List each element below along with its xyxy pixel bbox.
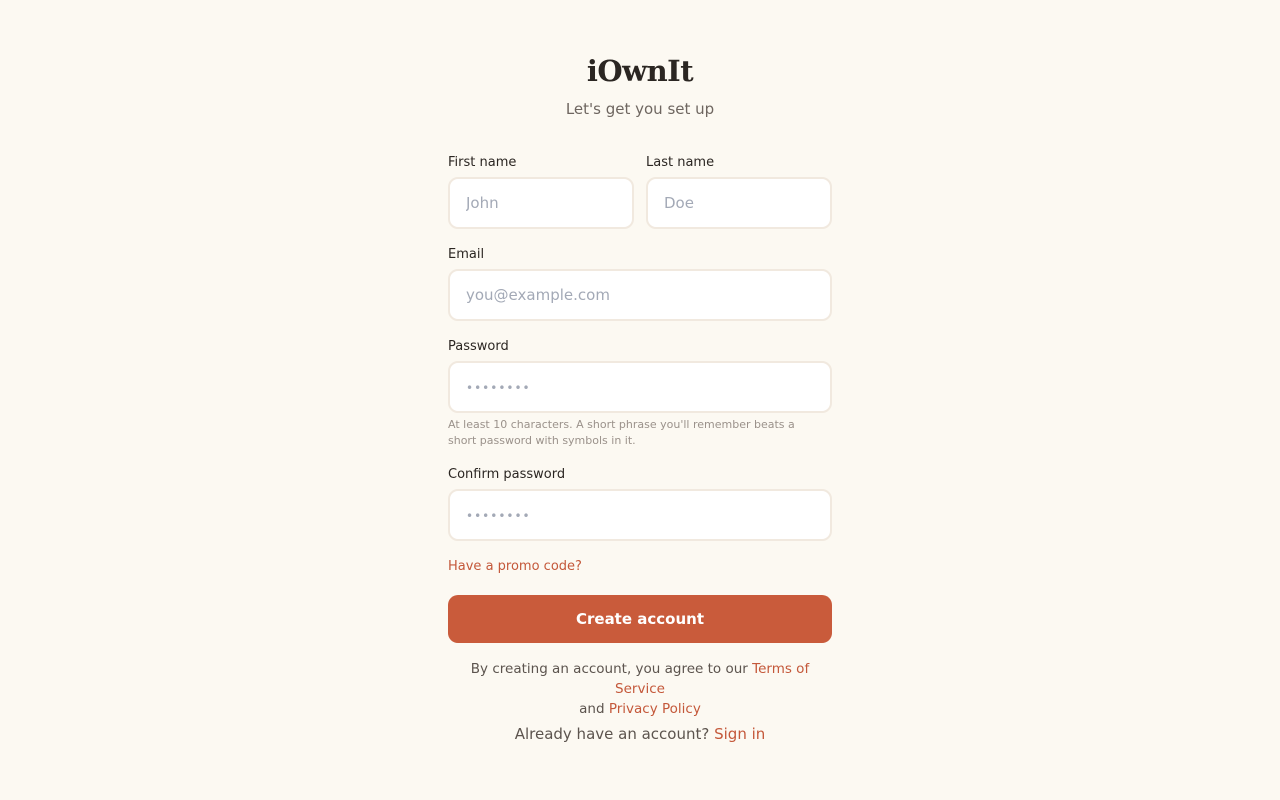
- password-hint: At least 10 characters. A short phrase y…: [448, 418, 795, 447]
- first-name-label: First name: [448, 155, 517, 170]
- create-account-button[interactable]: Create account: [448, 595, 832, 643]
- brand-logo-text: iOwnIt: [586, 54, 694, 88]
- legal-notice: By creating an account, you agree to our…: [448, 659, 832, 719]
- page-subtitle: Let's get you set up: [565, 100, 715, 118]
- password-input[interactable]: [448, 361, 832, 413]
- email-input[interactable]: [448, 269, 832, 321]
- legal-and-text: and: [579, 701, 605, 717]
- password-label: Password: [448, 339, 509, 354]
- signin-prompt-text: Already have an account?: [514, 725, 710, 743]
- legal-prefix-text: By creating an account, you agree to our: [470, 661, 748, 677]
- privacy-policy-link[interactable]: Privacy Policy: [609, 701, 701, 717]
- confirm-password-label: Confirm password: [448, 467, 566, 482]
- last-name-label: Last name: [646, 155, 715, 170]
- promo-code-link[interactable]: Have a promo code?: [448, 557, 582, 577]
- signin-prompt: Already have an account? Sign in: [448, 723, 832, 745]
- confirm-password-input[interactable]: [448, 489, 832, 541]
- email-label: Email: [448, 247, 485, 262]
- last-name-input[interactable]: [646, 177, 832, 229]
- sign-in-link[interactable]: Sign in: [714, 725, 765, 743]
- first-name-input[interactable]: [448, 177, 634, 229]
